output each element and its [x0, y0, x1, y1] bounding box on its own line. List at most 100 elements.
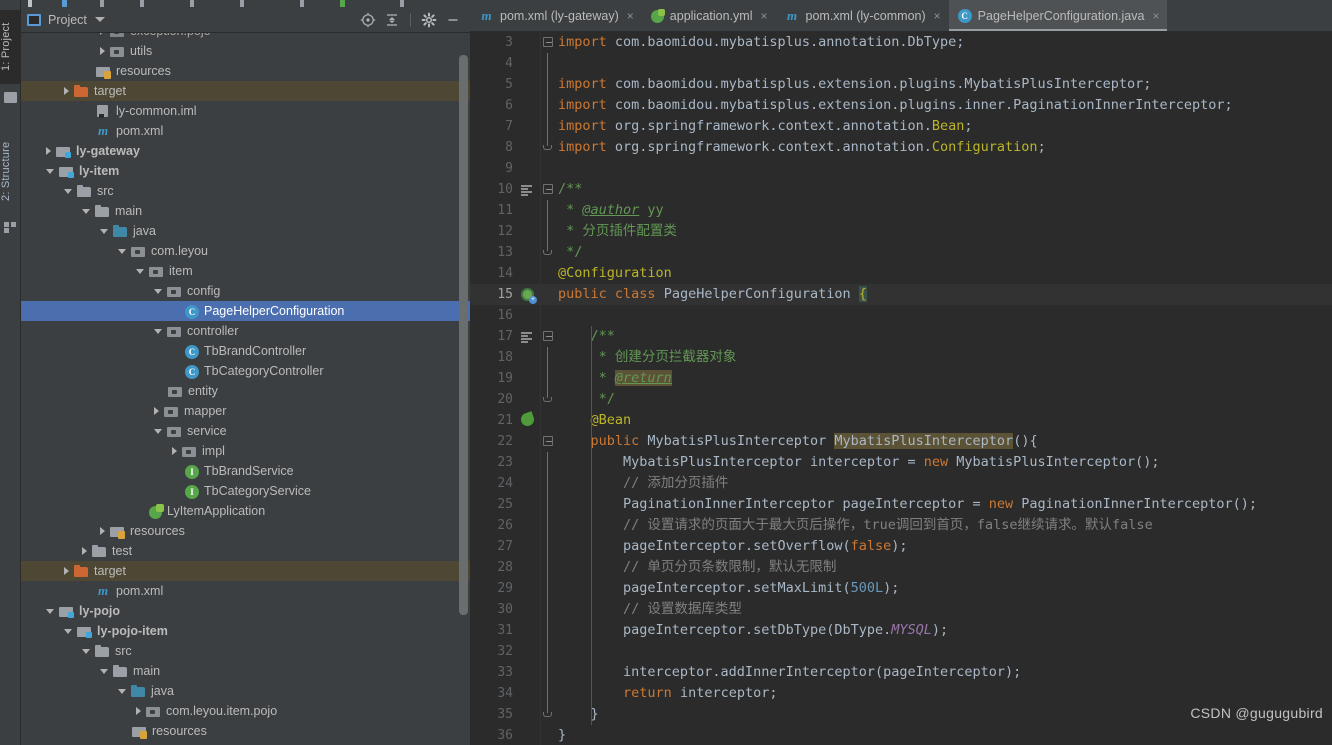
code-text[interactable]: * @author yy [554, 200, 1332, 221]
chevron-right-icon[interactable] [100, 527, 105, 535]
code-line[interactable]: 27 pageInterceptor.setOverflow(false); [470, 536, 1332, 557]
close-icon[interactable]: × [627, 9, 634, 23]
code-line[interactable]: 30 // 设置数据库类型 [470, 599, 1332, 620]
fold-gutter[interactable] [540, 662, 554, 683]
code-text[interactable] [554, 158, 1332, 179]
fold-gutter[interactable] [540, 137, 554, 158]
sidebar-item-project[interactable]: 1: Project [0, 10, 21, 84]
fold-gutter[interactable] [540, 242, 554, 263]
tree-item[interactable]: src [21, 641, 470, 661]
chevron-down-icon[interactable] [118, 248, 126, 254]
tree-item[interactable]: main [21, 201, 470, 221]
code-line[interactable]: 6 import com.baomidou.mybatisplus.extensi… [470, 95, 1332, 116]
gutter-markers[interactable] [518, 221, 540, 242]
chevron-down-icon[interactable] [64, 188, 72, 194]
code-text[interactable]: pageInterceptor.setDbType(DbType.MYSQL); [554, 620, 1332, 641]
fold-gutter[interactable] [540, 641, 554, 662]
chevron-right-icon[interactable] [136, 707, 141, 715]
editor-tab[interactable]: m pom.xml (ly-common) × [776, 0, 949, 31]
gutter-markers[interactable] [518, 32, 540, 53]
tree-item[interactable]: main [21, 661, 470, 681]
chevron-right-icon[interactable] [100, 47, 105, 55]
code-text[interactable]: // 单页分页条数限制，默认无限制 [554, 557, 1332, 578]
code-text[interactable]: import org.springframework.context.annot… [554, 137, 1332, 158]
gutter-markers[interactable] [518, 725, 540, 745]
code-text[interactable]: public class PageHelperConfiguration { [554, 284, 1332, 305]
code-text[interactable]: */ [554, 389, 1332, 410]
close-icon[interactable]: × [934, 9, 941, 23]
gutter-markers[interactable] [518, 683, 540, 704]
close-icon[interactable]: × [760, 9, 767, 23]
tree-item[interactable]: m pom.xml [21, 581, 470, 601]
code-text[interactable]: * @return [554, 368, 1332, 389]
code-line[interactable]: 15 + public class PageHelperConfiguration … [470, 284, 1332, 305]
chevron-down-icon[interactable] [94, 17, 105, 22]
code-text[interactable]: PaginationInnerInterceptor pageIntercept… [554, 494, 1332, 515]
javadoc-marker-icon[interactable] [521, 185, 534, 196]
code-line[interactable]: 32 [470, 641, 1332, 662]
fold-gutter[interactable] [540, 95, 554, 116]
tree-item-selected[interactable]: C PageHelperConfiguration [21, 301, 470, 321]
tree-item[interactable]: I TbCategoryService [21, 481, 470, 501]
collapse-all-icon[interactable] [381, 9, 403, 31]
tree-item[interactable]: resources [21, 521, 470, 541]
code-text[interactable]: return interceptor; [554, 683, 1332, 704]
code-text[interactable]: */ [554, 242, 1332, 263]
chevron-down-icon[interactable] [100, 668, 108, 674]
tree-item[interactable]: com.leyou.item.pojo [21, 701, 470, 721]
gear-icon[interactable] [418, 9, 440, 31]
fold-collapse-icon[interactable] [543, 436, 553, 446]
fold-gutter[interactable] [540, 200, 554, 221]
code-line[interactable]: 24 // 添加分页插件 [470, 473, 1332, 494]
chevron-down-icon[interactable] [46, 608, 54, 614]
chevron-down-icon[interactable] [154, 428, 162, 434]
gutter-markers[interactable] [518, 473, 540, 494]
fold-gutter[interactable] [540, 494, 554, 515]
tree-item[interactable]: impl [21, 441, 470, 461]
code-line[interactable]: 35 } [470, 704, 1332, 725]
code-line[interactable]: 19 * @return [470, 368, 1332, 389]
chevron-right-icon[interactable] [172, 447, 177, 455]
gutter-markers[interactable] [518, 305, 540, 326]
code-text[interactable]: @Configuration [554, 263, 1332, 284]
code-line[interactable]: 21 @Bean [470, 410, 1332, 431]
fold-gutter[interactable] [540, 347, 554, 368]
code-text[interactable] [554, 305, 1332, 326]
gutter-markers[interactable] [518, 53, 540, 74]
gutter-markers[interactable] [518, 410, 540, 431]
gutter-markers[interactable] [518, 347, 540, 368]
fold-gutter[interactable] [540, 389, 554, 410]
gutter-markers[interactable] [518, 494, 540, 515]
code-text[interactable]: /** [554, 326, 1332, 347]
code-line[interactable]: 31 pageInterceptor.setDbType(DbType.MYSQ… [470, 620, 1332, 641]
fold-gutter[interactable] [540, 536, 554, 557]
fold-gutter[interactable] [540, 179, 554, 200]
code-text[interactable]: MybatisPlusInterceptor interceptor = new… [554, 452, 1332, 473]
tree-item[interactable]: ly-pojo [21, 601, 470, 621]
gutter-markers[interactable] [518, 116, 540, 137]
chevron-down-icon[interactable] [82, 648, 90, 654]
code-line[interactable]: 11 * @author yy [470, 200, 1332, 221]
tree-item[interactable]: test [21, 541, 470, 561]
fold-gutter[interactable] [540, 158, 554, 179]
gutter-markers[interactable] [518, 536, 540, 557]
tree-item[interactable]: java [21, 221, 470, 241]
gutter-markers[interactable] [518, 662, 540, 683]
chevron-right-icon[interactable] [64, 87, 69, 95]
code-line[interactable]: 4 [470, 53, 1332, 74]
tree-item[interactable]: controller [21, 321, 470, 341]
fold-gutter[interactable] [540, 326, 554, 347]
code-text[interactable]: // 设置请求的页面大于最大页后操作，true调回到首页，false继续请求。默… [554, 515, 1332, 536]
chevron-right-icon[interactable] [154, 407, 159, 415]
chevron-right-icon[interactable] [100, 33, 105, 35]
tree-item[interactable]: utils [21, 41, 470, 61]
gutter-markers[interactable] [518, 137, 540, 158]
code-line[interactable]: 3 import com.baomidou.mybatisplus.annotat… [470, 32, 1332, 53]
chevron-down-icon[interactable] [64, 628, 72, 634]
editor-tab[interactable]: C PageHelperConfiguration.java × [948, 0, 1168, 31]
gutter-markers[interactable] [518, 200, 540, 221]
fold-gutter[interactable] [540, 263, 554, 284]
fold-gutter[interactable] [540, 557, 554, 578]
code-text[interactable]: public MybatisPlusInterceptor MybatisPlu… [554, 431, 1332, 452]
code-text[interactable] [554, 641, 1332, 662]
